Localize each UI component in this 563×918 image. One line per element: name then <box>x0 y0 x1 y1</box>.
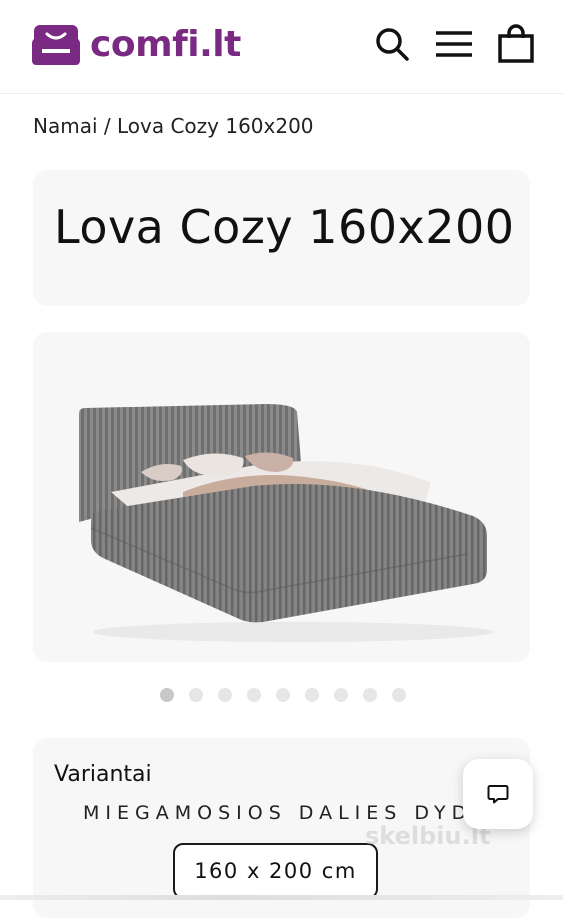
product-image[interactable] <box>33 332 530 662</box>
gallery-dot[interactable] <box>218 688 232 702</box>
bottom-divider <box>0 895 563 900</box>
variants-card: Variantai MIEGAMOSIOS DALIES DYDIS 160 x… <box>33 738 530 918</box>
sofa-logo-icon <box>32 25 80 65</box>
chat-button[interactable] <box>463 759 533 829</box>
gallery-dot[interactable] <box>276 688 290 702</box>
gallery-dot[interactable] <box>160 688 174 702</box>
breadcrumb-separator: / <box>97 114 117 138</box>
search-icon[interactable] <box>372 24 412 64</box>
variants-heading: Variantai <box>54 762 152 787</box>
breadcrumb-current: Lova Cozy 160x200 <box>116 114 314 138</box>
logo-text: comfi.lt <box>90 24 241 65</box>
gallery-dot[interactable] <box>305 688 319 702</box>
image-gallery-dots <box>160 688 406 702</box>
gallery-dot[interactable] <box>247 688 261 702</box>
bed-illustration <box>79 404 493 642</box>
variant-option-label: MIEGAMOSIOS DALIES DYDIS <box>83 802 502 824</box>
chat-bubble-icon <box>487 785 509 804</box>
product-title-card: Lova Cozy 160x200 <box>33 170 530 306</box>
breadcrumb-home-link[interactable]: Namai <box>33 114 98 138</box>
breadcrumb: Namai / Lova Cozy 160x200 <box>33 114 314 138</box>
site-logo[interactable]: comfi.lt <box>30 20 241 70</box>
cart-icon[interactable] <box>496 24 536 64</box>
gallery-dot[interactable] <box>392 688 406 702</box>
gallery-dot[interactable] <box>189 688 203 702</box>
menu-icon[interactable] <box>434 24 474 64</box>
gallery-dot[interactable] <box>363 688 377 702</box>
site-header: comfi.lt <box>0 0 563 94</box>
product-title: Lova Cozy 160x200 <box>54 200 515 254</box>
size-option-button[interactable]: 160 x 200 cm <box>173 843 378 899</box>
gallery-dot[interactable] <box>334 688 348 702</box>
